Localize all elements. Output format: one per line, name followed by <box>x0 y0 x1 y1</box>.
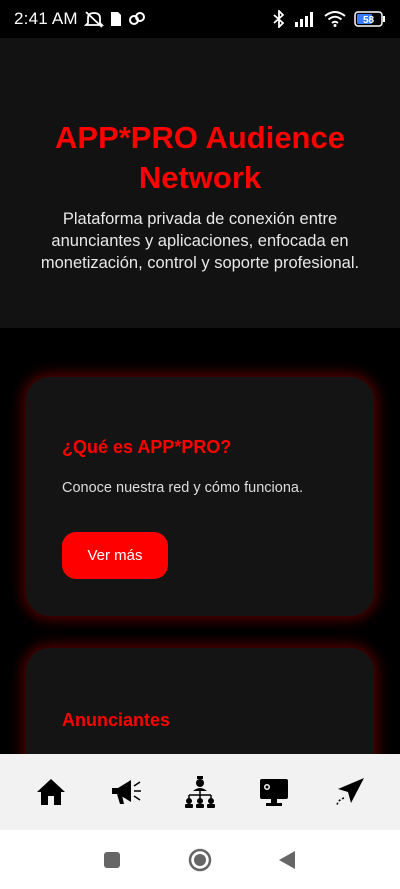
status-right: 58 <box>272 10 386 28</box>
wifi-icon <box>324 11 346 27</box>
nav-network[interactable] <box>174 766 226 818</box>
mute-icon <box>83 10 104 28</box>
status-time: 2:41 AM <box>14 9 78 28</box>
info-card: ¿Qué es APP*PRO? Conoce nuestra red y có… <box>26 377 374 616</box>
hero-subtitle: Plataforma privada de conexión entre anu… <box>40 210 360 272</box>
card-title: Anunciantes <box>62 710 171 730</box>
hero-section: APP*PRO Audience Network Plataforma priv… <box>0 38 400 328</box>
sim-icon <box>110 11 122 27</box>
ver-mas-button[interactable]: Ver más <box>62 532 168 579</box>
battery-icon: 58 <box>354 11 386 27</box>
nav-home[interactable] <box>25 766 77 818</box>
link-icon <box>128 11 146 27</box>
back-icon <box>279 851 295 869</box>
nav-advertisers[interactable] <box>100 766 152 818</box>
send-icon <box>336 778 364 806</box>
screen: 2:41 AM 58 APP*PRO Audience Network Plat… <box>0 0 400 889</box>
battery-label: 58 <box>363 15 375 26</box>
card-title: ¿Qué es APP*PRO? <box>62 437 232 457</box>
status-left: 2:41 AM <box>14 9 146 29</box>
network-icon <box>184 776 215 808</box>
home-button[interactable] <box>188 848 212 872</box>
monitor-icon <box>260 779 289 806</box>
nav-monitor[interactable] <box>248 766 300 818</box>
status-bar: 2:41 AM 58 <box>0 0 400 38</box>
recents-button[interactable] <box>100 848 124 872</box>
home-icon <box>37 779 66 805</box>
recents-icon <box>104 852 120 868</box>
megaphone-icon <box>111 780 141 804</box>
bottom-nav <box>0 754 400 830</box>
signal-icon <box>294 11 316 27</box>
home-circle-icon <box>188 848 212 872</box>
nav-send[interactable] <box>323 766 375 818</box>
back-button[interactable] <box>275 848 299 872</box>
card-text: Conoce nuestra red y cómo funciona. <box>62 480 303 496</box>
hero-title: APP*PRO Audience Network <box>55 120 345 195</box>
bluetooth-icon <box>272 10 286 28</box>
system-nav <box>0 830 400 889</box>
